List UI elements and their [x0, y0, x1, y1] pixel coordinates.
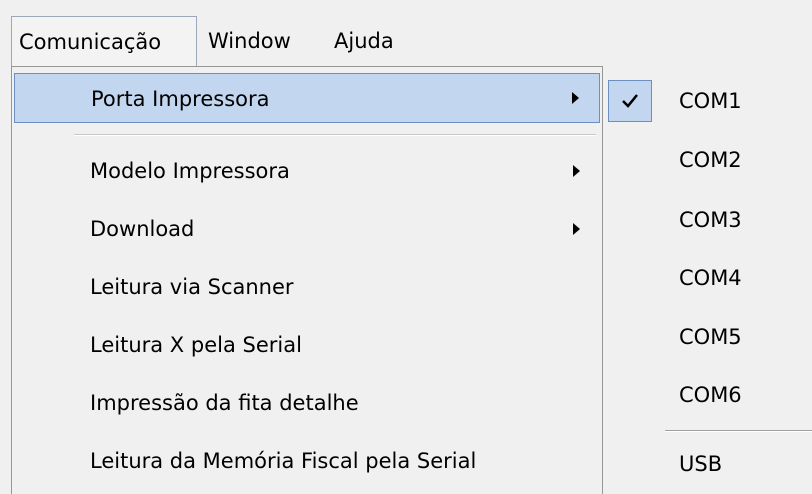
menu-item-label: Leitura via Scanner	[90, 275, 294, 299]
menu-item-leitura-via-scanner[interactable]: Leitura via Scanner	[14, 262, 600, 312]
submenu-item-label: USB	[679, 452, 723, 476]
chevron-right-icon	[573, 165, 580, 177]
menu-item-leitura-x-serial[interactable]: Leitura X pela Serial	[14, 320, 600, 370]
submenu-item-label: COM6	[679, 383, 742, 407]
menu-item-label: Porta Impressora	[91, 87, 270, 111]
porta-impressora-submenu: COM1 COM2 COM3 COM4 COM5 COM6 USB	[603, 74, 812, 494]
submenu-item-label: COM5	[679, 325, 742, 349]
menu-item-label: Impressão da fita detalhe	[90, 391, 359, 415]
menu-item-leitura-memoria-fiscal[interactable]: Leitura da Memória Fiscal pela Serial	[14, 436, 600, 486]
menu-item-impressao-fita-detalhe[interactable]: Impressão da fita detalhe	[14, 378, 600, 428]
submenu-item-com5[interactable]: COM5	[603, 311, 812, 363]
menu-item-label: Modelo Impressora	[90, 159, 290, 183]
menu-bar: Comunicação Window Ajuda	[0, 0, 812, 66]
submenu-item-com6[interactable]: COM6	[603, 369, 812, 421]
menu-item-label: Leitura da Memória Fiscal pela Serial	[90, 449, 477, 473]
check-icon	[608, 80, 652, 122]
submenu-item-com2[interactable]: COM2	[603, 134, 812, 186]
menu-item-porta-impressora[interactable]: Porta Impressora	[14, 73, 600, 123]
submenu-item-com3[interactable]: COM3	[603, 194, 812, 246]
submenu-separator	[665, 430, 812, 432]
submenu-item-com4[interactable]: COM4	[603, 252, 812, 304]
submenu-item-label: COM4	[679, 266, 742, 290]
submenu-item-label: COM3	[679, 208, 742, 232]
submenu-item-com1[interactable]: COM1	[603, 75, 812, 127]
menu-item-download[interactable]: Download	[14, 204, 600, 254]
menu-item-label: Download	[90, 217, 195, 241]
chevron-right-icon	[572, 92, 579, 104]
menu-item-modelo-impressora[interactable]: Modelo Impressora	[14, 146, 600, 196]
chevron-right-icon	[573, 223, 580, 235]
submenu-item-usb[interactable]: USB	[603, 438, 812, 490]
menu-comunicacao[interactable]: Comunicação	[11, 16, 197, 66]
submenu-item-label: COM1	[679, 89, 742, 113]
menu-window[interactable]: Window	[208, 16, 291, 66]
menu-ajuda[interactable]: Ajuda	[334, 16, 394, 66]
submenu-item-label: COM2	[679, 148, 742, 172]
comunicacao-dropdown: Porta Impressora Modelo Impressora Downl…	[11, 66, 603, 494]
menu-item-label: Leitura X pela Serial	[90, 333, 302, 357]
menu-separator	[74, 134, 596, 136]
